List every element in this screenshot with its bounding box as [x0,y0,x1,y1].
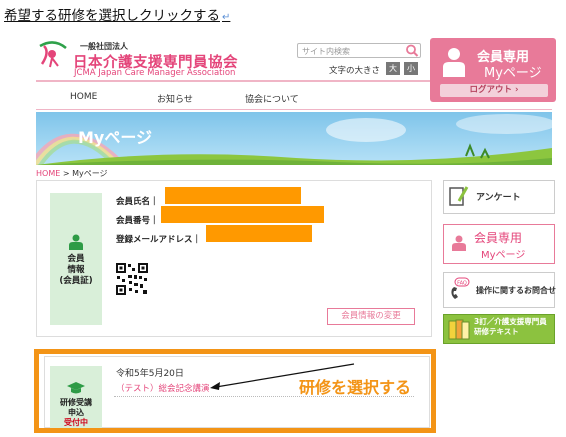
svg-text:FAQ: FAQ [457,281,467,287]
member-side-title: 会員専用 [474,231,523,245]
nav-item-about[interactable]: 協会について [245,92,299,105]
font-size-large-button[interactable]: 大 [386,62,400,75]
breadcrumb-current: Myページ [72,169,108,178]
search-icon[interactable] [405,44,419,57]
member-person-icon [69,234,83,250]
member-number-label: 会員番号｜ [116,216,159,226]
font-size-label: 文字の大きさ [329,66,381,76]
nav-item-news[interactable]: お知らせ [157,92,193,105]
person-icon [443,48,465,77]
nav-item-home[interactable]: HOME [70,92,97,102]
instruction-text: 希望する研修を選択しクリックする ↵ [4,8,231,24]
member-number-redacted [161,206,324,223]
member-name-label: 会員氏名｜ [116,197,159,207]
enquete-label: アンケート [476,193,521,203]
member-page-subtitle: Myページ [484,66,542,81]
nav-divider-bottom [36,109,552,110]
member-side-person-icon [452,235,466,251]
font-size-small-button[interactable]: 小 [404,62,418,75]
textbook-label: 3訂／介護支援専門員 研修テキスト [474,317,547,336]
member-side-subtitle: Myページ [481,250,526,261]
faq-phone-icon: FAQ [451,277,470,299]
jcma-logo-icon[interactable] [36,40,72,68]
breadcrumb: HOME > Myページ [36,169,108,178]
member-info-side-label: 会員 情報 (会員証) [59,254,93,286]
faq-label: 操作に関するお問合せ [476,286,556,295]
nav-divider-top [36,80,430,82]
page-title: Myページ [78,128,153,147]
member-email-redacted [206,225,312,242]
callout-text: 研修を選択する [299,378,412,397]
change-member-info-button[interactable]: 会員情報の変更 [327,308,415,325]
breadcrumb-home-link[interactable]: HOME [36,169,60,178]
member-name-redacted [165,187,301,204]
clipboard-pencil-icon [449,186,469,206]
textbook-books-icon [448,319,470,340]
member-email-label: 登録メールアドレス｜ [116,235,202,245]
site-search-input[interactable]: サイト内検索 [297,43,421,58]
return-mark: ↵ [222,12,231,23]
qr-code-icon [115,262,149,296]
logout-button[interactable]: ログアウト › [440,84,548,97]
org-english-name: JCMA Japan Care Manager Association [74,68,236,78]
